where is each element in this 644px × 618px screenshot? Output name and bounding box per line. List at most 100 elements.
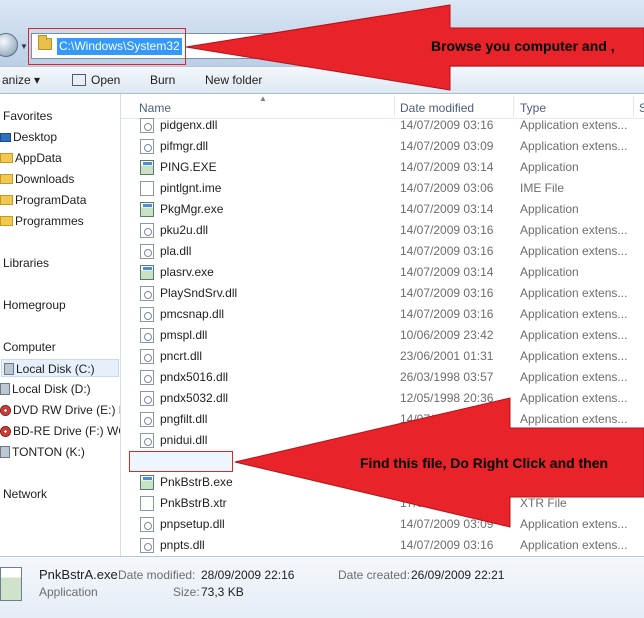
file-date: 14/07/2009 03:09 <box>400 517 494 531</box>
nav-homegroup[interactable]: Homegroup <box>3 296 66 314</box>
column-divider[interactable] <box>513 96 514 117</box>
sidebar-item-local-disk-d[interactable]: Local Disk (D:) <box>0 380 91 398</box>
burn-button[interactable]: Burn <box>150 73 175 87</box>
annotation-top-text: Browse you computer and , <box>431 38 615 54</box>
detail-created-value: 26/09/2009 22:21 <box>411 568 505 582</box>
table-row[interactable]: pidgenx.dll 14/07/2009 03:16 Application e… <box>121 115 644 136</box>
open-button[interactable]: Open <box>72 73 120 87</box>
dll-file-icon <box>140 244 154 259</box>
file-date: 14/07/2009 03:16 <box>400 307 494 321</box>
file-date: 14/07/2009 03:16 <box>400 223 494 237</box>
file-date: 14/07/2009 03:16 <box>400 286 494 300</box>
file-type: Application extens... <box>520 538 628 552</box>
table-row[interactable]: PnkBstrB.exe <box>121 472 644 493</box>
file-name: pmspl.dll <box>160 328 208 342</box>
application-icon <box>140 202 154 217</box>
table-row[interactable]: pngfilt.dll 14/07/2009 03:16 Application e… <box>121 409 644 430</box>
table-row[interactable]: PING.EXE 14/07/2009 03:14 Application <box>121 157 644 178</box>
file-type: Application extens... <box>520 328 628 342</box>
table-row[interactable]: plasrv.exe 14/07/2009 03:14 Application <box>121 262 644 283</box>
file-date: 14/07/2009 03:06 <box>400 181 494 195</box>
column-divider[interactable] <box>394 96 395 117</box>
sidebar-item-label: ProgramData <box>15 193 87 207</box>
organize-button[interactable]: anize ▾ <box>2 73 40 87</box>
column-name[interactable]: Name <box>139 101 171 115</box>
table-row[interactable]: pifmgr.dll 14/07/2009 03:09 Application ex… <box>121 136 644 157</box>
address-highlight-box <box>28 28 186 65</box>
file-date: 26/03/1998 03:57 <box>400 370 494 384</box>
file-date: 14/07/2009 03:16 <box>400 433 494 447</box>
table-row[interactable]: pmcsnap.dll 14/07/2009 03:16 Application e… <box>121 304 644 325</box>
back-button[interactable] <box>0 33 18 57</box>
sidebar-item-label: TONTON (K:) <box>12 445 85 459</box>
table-row[interactable]: pncrt.dll 23/06/2001 01:31 Application ext… <box>121 346 644 367</box>
table-row[interactable]: PkgMgr.exe 14/07/2009 03:14 Application <box>121 199 644 220</box>
sidebar-item-programmes[interactable]: Programmes <box>0 212 84 230</box>
dll-file-icon <box>140 223 154 238</box>
table-row[interactable]: PnkBstrB.xtr 17/0 XTR File <box>121 493 644 514</box>
sidebar-item-programdata[interactable]: ProgramData <box>0 191 86 209</box>
table-row[interactable]: pnpsetup.dll 14/07/2009 03:09 Application … <box>121 514 644 535</box>
nav-computer[interactable]: Computer <box>3 338 56 356</box>
detail-filetype: Application <box>39 585 98 599</box>
history-dropdown-icon[interactable]: ▼ <box>20 42 28 51</box>
sidebar-item-desktop[interactable]: Desktop <box>0 128 57 146</box>
file-name: pncrt.dll <box>160 349 203 363</box>
table-row[interactable]: pndx5016.dll 26/03/1998 03:57 Application … <box>121 367 644 388</box>
sidebar-item-appdata[interactable]: AppData <box>0 149 62 167</box>
dll-file-icon <box>140 286 154 301</box>
column-date[interactable]: Date modified <box>400 101 474 115</box>
folder-icon <box>0 195 13 205</box>
nav-network[interactable]: Network <box>3 485 47 503</box>
table-row[interactable]: pla.dll 14/07/2009 03:16 Application exten… <box>121 241 644 262</box>
open-icon <box>72 74 86 86</box>
sidebar-item-tonton[interactable]: TONTON (K:) <box>0 443 85 461</box>
file-type: Application extens... <box>520 391 628 405</box>
dll-file-icon <box>140 139 154 154</box>
sidebar-item-label: Downloads <box>15 172 75 186</box>
file-type: Application extens... <box>520 118 628 132</box>
file-date: 14/07/2009 03:09 <box>400 139 494 153</box>
new-folder-button[interactable]: New folder <box>205 73 262 87</box>
sidebar-item-bd-drive[interactable]: BD-RE Drive (F:) WO <box>0 422 120 440</box>
file-type: Application extens... <box>520 286 628 300</box>
file-list: ▲ Name Date modified Type S pidgenx.dll 1… <box>121 94 644 556</box>
file-name: pnidui.dll <box>160 433 208 447</box>
table-row[interactable]: pku2u.dll 14/07/2009 03:16 Application ext… <box>121 220 644 241</box>
file-date: 23/06/2001 01:31 <box>400 349 494 363</box>
file-date: 14/07/2009 03:16 <box>400 412 494 426</box>
nav-favorites[interactable]: Favorites <box>3 107 52 125</box>
sidebar-item-downloads[interactable]: Downloads <box>0 170 74 188</box>
sidebar-item-label: Local Disk (C:) <box>16 362 95 376</box>
file-type: Application <box>520 160 579 174</box>
column-divider[interactable] <box>633 96 634 117</box>
file-name: pintlgnt.ime <box>160 181 222 195</box>
sidebar-item-dvd-drive[interactable]: DVD RW Drive (E:) BI <box>0 401 120 419</box>
file-type: Application extens... <box>520 433 628 447</box>
table-row[interactable]: PlaySndSrv.dll 14/07/2009 03:16 Applicatio… <box>121 283 644 304</box>
table-row[interactable]: pmspl.dll 10/06/2009 23:42 Application ext… <box>121 325 644 346</box>
file-name: plasrv.exe <box>160 265 214 279</box>
file-type: Application extens... <box>520 370 628 384</box>
file-type: Application extens... <box>520 139 628 153</box>
file-date: 17/0 <box>400 496 424 510</box>
table-row[interactable]: pndx5032.dll 12/05/1998 20:36 Application … <box>121 388 644 409</box>
nav-libraries[interactable]: Libraries <box>3 254 49 272</box>
detail-modified-label: Date modified: <box>118 568 196 582</box>
table-row[interactable]: pnidui.dll 14/07/2009 03:16 Application ex… <box>121 430 644 451</box>
column-type[interactable]: Type <box>520 101 546 115</box>
dll-file-icon <box>140 517 154 532</box>
table-row[interactable]: pintlgnt.ime 14/07/2009 03:06 IME File <box>121 178 644 199</box>
file-name: pidgenx.dll <box>160 118 218 132</box>
sidebar-item-local-disk-c[interactable]: Local Disk (C:) <box>1 359 119 377</box>
table-row[interactable]: pnpts.dll 14/07/2009 03:16 Application ext… <box>121 535 644 556</box>
dll-file-icon <box>140 370 154 385</box>
command-bar: anize ▾ Open Burn New folder <box>0 66 644 94</box>
file-type: Application <box>520 265 579 279</box>
column-size[interactable]: S <box>639 101 644 115</box>
detail-modified-value: 28/09/2009 22:16 <box>201 568 295 582</box>
detail-size-label: Size: <box>173 585 200 599</box>
application-icon <box>140 160 154 175</box>
dll-file-icon <box>140 349 154 364</box>
file-icon <box>140 496 154 511</box>
